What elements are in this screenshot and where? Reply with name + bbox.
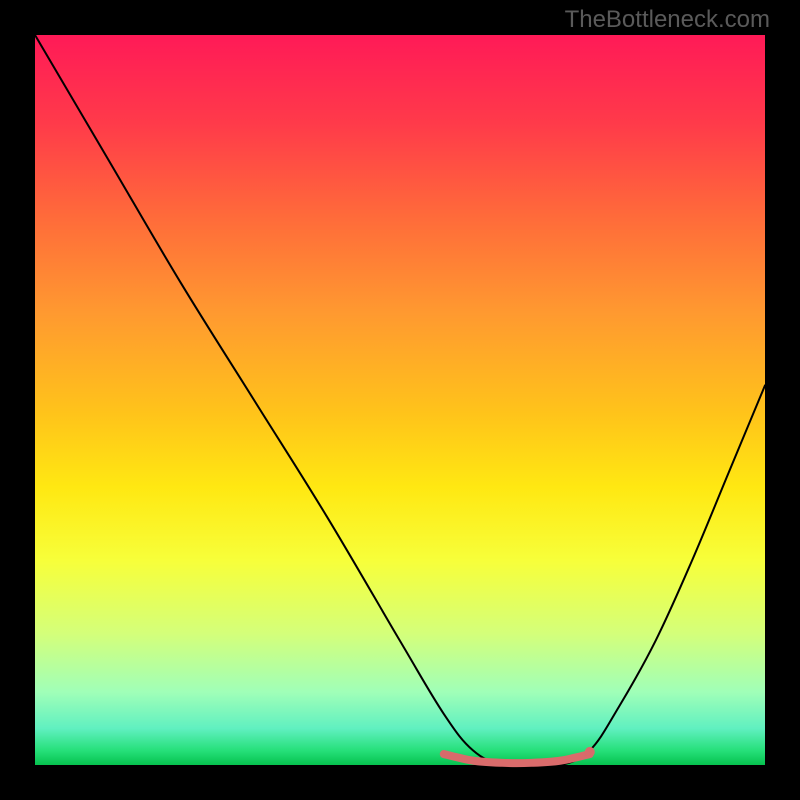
series-no-bottleneck-band xyxy=(444,754,590,763)
watermark-text: TheBottleneck.com xyxy=(565,6,770,34)
chart-frame: TheBottleneck.com xyxy=(0,0,800,800)
series-bottleneck-curve xyxy=(35,35,765,766)
marker-point xyxy=(585,747,595,757)
plot-area xyxy=(35,35,765,765)
chart-svg xyxy=(35,35,765,765)
